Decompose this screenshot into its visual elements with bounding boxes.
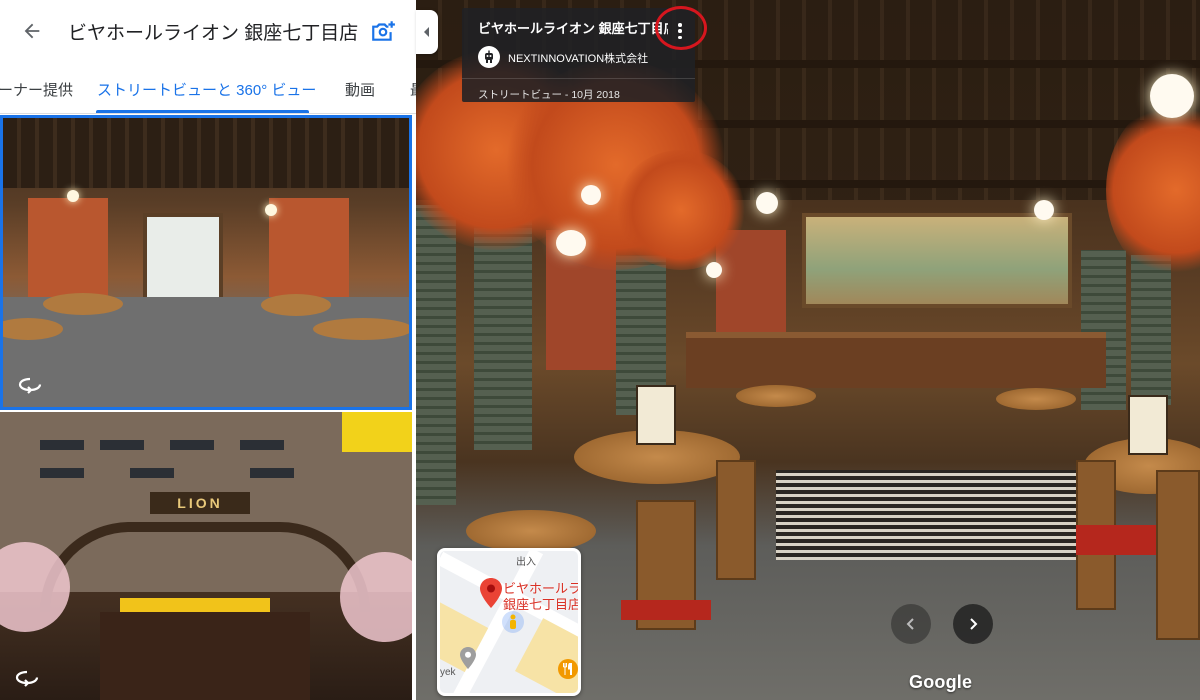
thumb-window <box>170 440 214 450</box>
sv-table <box>736 385 816 407</box>
google-logo: Google <box>909 672 973 692</box>
active-tab-indicator <box>96 110 309 113</box>
sv-lamp <box>756 192 778 214</box>
sv-menu-stand <box>1128 395 1168 455</box>
thumb-window <box>240 440 284 450</box>
chevron-left-icon <box>906 618 914 630</box>
thumbnail-360-interior[interactable] <box>0 115 412 410</box>
gray-pin-icon <box>460 647 476 669</box>
sv-lamp <box>1150 74 1194 118</box>
map-place-label: 銀座七丁目店 <box>503 597 581 612</box>
sv-chair <box>1156 470 1200 640</box>
thumb-lamp <box>265 204 277 216</box>
back-button[interactable] <box>18 17 46 45</box>
restaurant-icon <box>558 659 578 679</box>
thumb-table <box>43 293 123 315</box>
sv-table <box>996 388 1076 410</box>
thumb-wall <box>28 198 108 308</box>
photo-side-panel: ビヤホールライオン 銀座七丁目店 ーナー提供 ストリートビューと 360° ビュ… <box>0 0 416 700</box>
map-place-label: ビヤホールラ <box>503 581 581 596</box>
sv-table <box>466 510 596 552</box>
sv-lamp <box>581 185 601 205</box>
sv-bar-counter <box>686 332 1106 388</box>
owner-name[interactable]: NEXTINNOVATION株式会社 <box>508 50 648 66</box>
previous-photo-button[interactable] <box>891 604 931 644</box>
thumb-window <box>40 468 84 478</box>
map-street-label: 出入 <box>516 557 536 568</box>
lion-sign: LION <box>150 492 250 514</box>
collapse-panel-button[interactable] <box>416 10 438 54</box>
thumb-wall <box>269 198 349 308</box>
thumb-window <box>250 468 294 478</box>
thumb-table <box>261 294 331 316</box>
sv-lamp <box>556 230 586 256</box>
tab-street-view-360[interactable]: ストリートビューと 360° ビュー <box>97 79 316 100</box>
owner-avatar[interactable] <box>478 46 500 68</box>
sv-mural <box>802 213 1072 308</box>
mini-map[interactable]: 出入 yek ビヤホールラ 銀座七丁目店 <box>437 548 581 696</box>
tab-videos[interactable]: 動画 <box>345 79 375 100</box>
sv-pillar <box>474 220 532 450</box>
sv-lamp <box>706 262 722 278</box>
camera-add-icon <box>372 21 395 41</box>
place-title: ビヤホールライオン 銀座七丁目店 <box>68 22 359 44</box>
thumb-shopfront <box>100 612 310 700</box>
thumb-lamp <box>67 190 79 202</box>
caret-left-icon <box>424 27 429 37</box>
info-card-title[interactable]: ビヤホールライオン 銀座七丁目店 <box>478 18 668 37</box>
thumbnail-exterior[interactable]: LION <box>0 412 412 700</box>
map-side-label: yek <box>440 667 456 678</box>
360-rotate-icon <box>15 670 39 687</box>
robot-logo-icon <box>485 50 493 63</box>
photo-category-tabs: ーナー提供 ストリートビューと 360° ビュー 動画 最 <box>0 62 416 114</box>
360-rotate-icon <box>18 377 42 394</box>
sv-menu-stand <box>636 385 676 445</box>
pegman-icon <box>502 611 524 633</box>
thumb-table <box>313 318 409 340</box>
sv-floor-stripes <box>776 470 1106 560</box>
tab-owner-photos[interactable]: ーナー提供 <box>0 79 73 100</box>
thumb-window <box>100 440 144 450</box>
sv-chair <box>716 460 756 580</box>
add-photo-button[interactable] <box>368 16 398 46</box>
sv-chair-seat <box>621 600 711 620</box>
sv-pillar <box>416 205 456 505</box>
thumb-window <box>130 468 174 478</box>
thumb-yellow-banner <box>120 598 270 612</box>
chevron-right-icon <box>970 618 978 630</box>
panel-header: ビヤホールライオン 銀座七丁目店 <box>0 0 416 62</box>
annotation-circle <box>655 6 707 50</box>
sv-lamp <box>1034 200 1054 220</box>
sv-autumn-leaves <box>616 150 746 270</box>
thumb-ceiling <box>3 118 409 188</box>
next-photo-button[interactable] <box>953 604 993 644</box>
map-pin-icon <box>480 578 502 608</box>
arrow-back-icon <box>24 23 40 39</box>
capture-date: ストリートビュー - 10月 2018 <box>478 89 620 101</box>
divider <box>462 78 695 79</box>
thumb-window <box>40 440 84 450</box>
thumb-shop-sign <box>342 412 412 452</box>
